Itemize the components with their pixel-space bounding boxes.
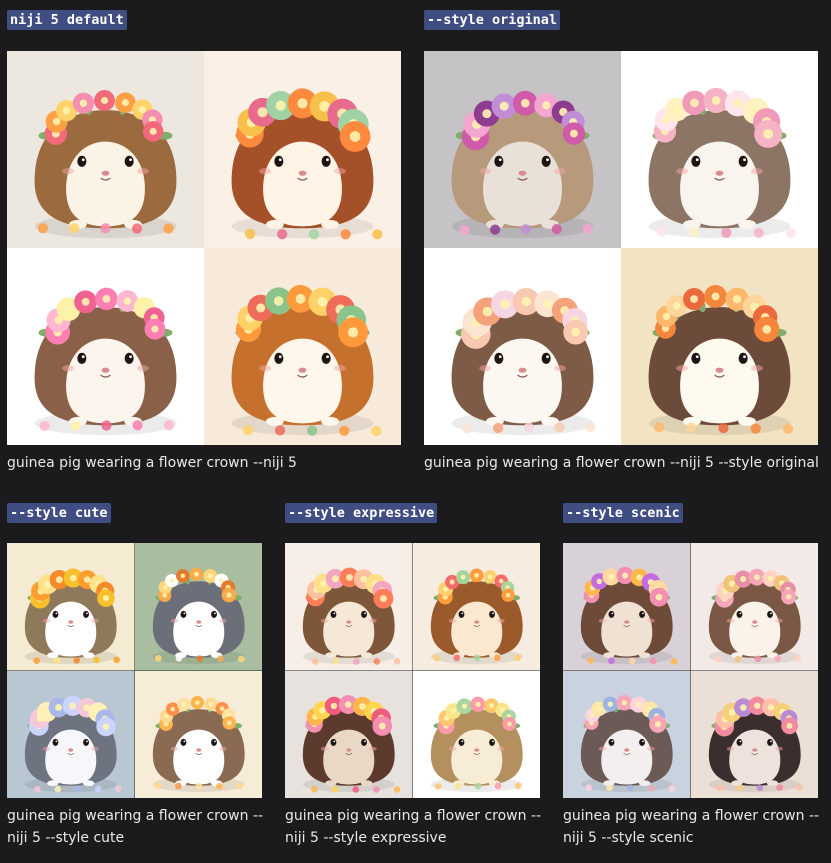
caption-line: niji 5 --style scenic [563, 830, 694, 846]
generated-image-2[interactable] [412, 543, 540, 671]
caption-line: guinea pig wearing a flower crown --niji… [7, 455, 297, 471]
caption-line: guinea pig wearing a flower crown -- [285, 808, 542, 824]
generated-image-4[interactable] [134, 670, 262, 798]
generated-image-4[interactable] [621, 248, 818, 445]
prompt-caption: guinea pig wearing a flower crown -- nij… [285, 805, 541, 849]
caption-line: niji 5 --style cute [7, 830, 125, 846]
generated-image-1[interactable] [563, 543, 691, 671]
style-tag: --style original [424, 10, 561, 30]
image-grid[interactable] [285, 543, 540, 798]
style-tag: niji 5 default [7, 10, 127, 30]
generated-image-2[interactable] [204, 51, 401, 248]
generated-image-4[interactable] [412, 670, 540, 798]
generated-image-2[interactable] [621, 51, 818, 248]
image-grid[interactable] [563, 543, 818, 798]
generated-image-2[interactable] [134, 543, 262, 671]
prompt-caption: guinea pig wearing a flower crown -- nij… [7, 805, 263, 849]
generated-image-1[interactable] [424, 51, 621, 248]
generated-image-2[interactable] [690, 543, 818, 671]
caption-line: guinea pig wearing a flower crown -- [7, 808, 264, 824]
caption-line: niji 5 --style expressive [285, 830, 447, 846]
prompt-caption: guinea pig wearing a flower crown -- nij… [563, 805, 819, 849]
generated-image-1[interactable] [285, 543, 413, 671]
caption-line: guinea pig wearing a flower crown -- [563, 808, 820, 824]
generated-image-4[interactable] [690, 670, 818, 798]
generated-image-4[interactable] [204, 248, 401, 445]
generated-image-3[interactable] [285, 670, 413, 798]
prompt-caption: guinea pig wearing a flower crown --niji… [7, 452, 297, 474]
style-tag: --style expressive [285, 503, 438, 523]
generated-image-1[interactable] [7, 543, 135, 671]
generated-image-3[interactable] [563, 670, 691, 798]
generated-image-1[interactable] [7, 51, 204, 248]
image-grid[interactable] [7, 51, 401, 445]
style-tag: --style scenic [563, 503, 683, 523]
image-grid[interactable] [424, 51, 818, 445]
generated-image-3[interactable] [424, 248, 621, 445]
caption-line: guinea pig wearing a flower crown --niji… [424, 455, 819, 471]
prompt-caption: guinea pig wearing a flower crown --niji… [424, 452, 819, 474]
image-grid[interactable] [7, 543, 262, 798]
style-tag: --style cute [7, 503, 111, 523]
generated-image-3[interactable] [7, 670, 135, 798]
generated-image-3[interactable] [7, 248, 204, 445]
